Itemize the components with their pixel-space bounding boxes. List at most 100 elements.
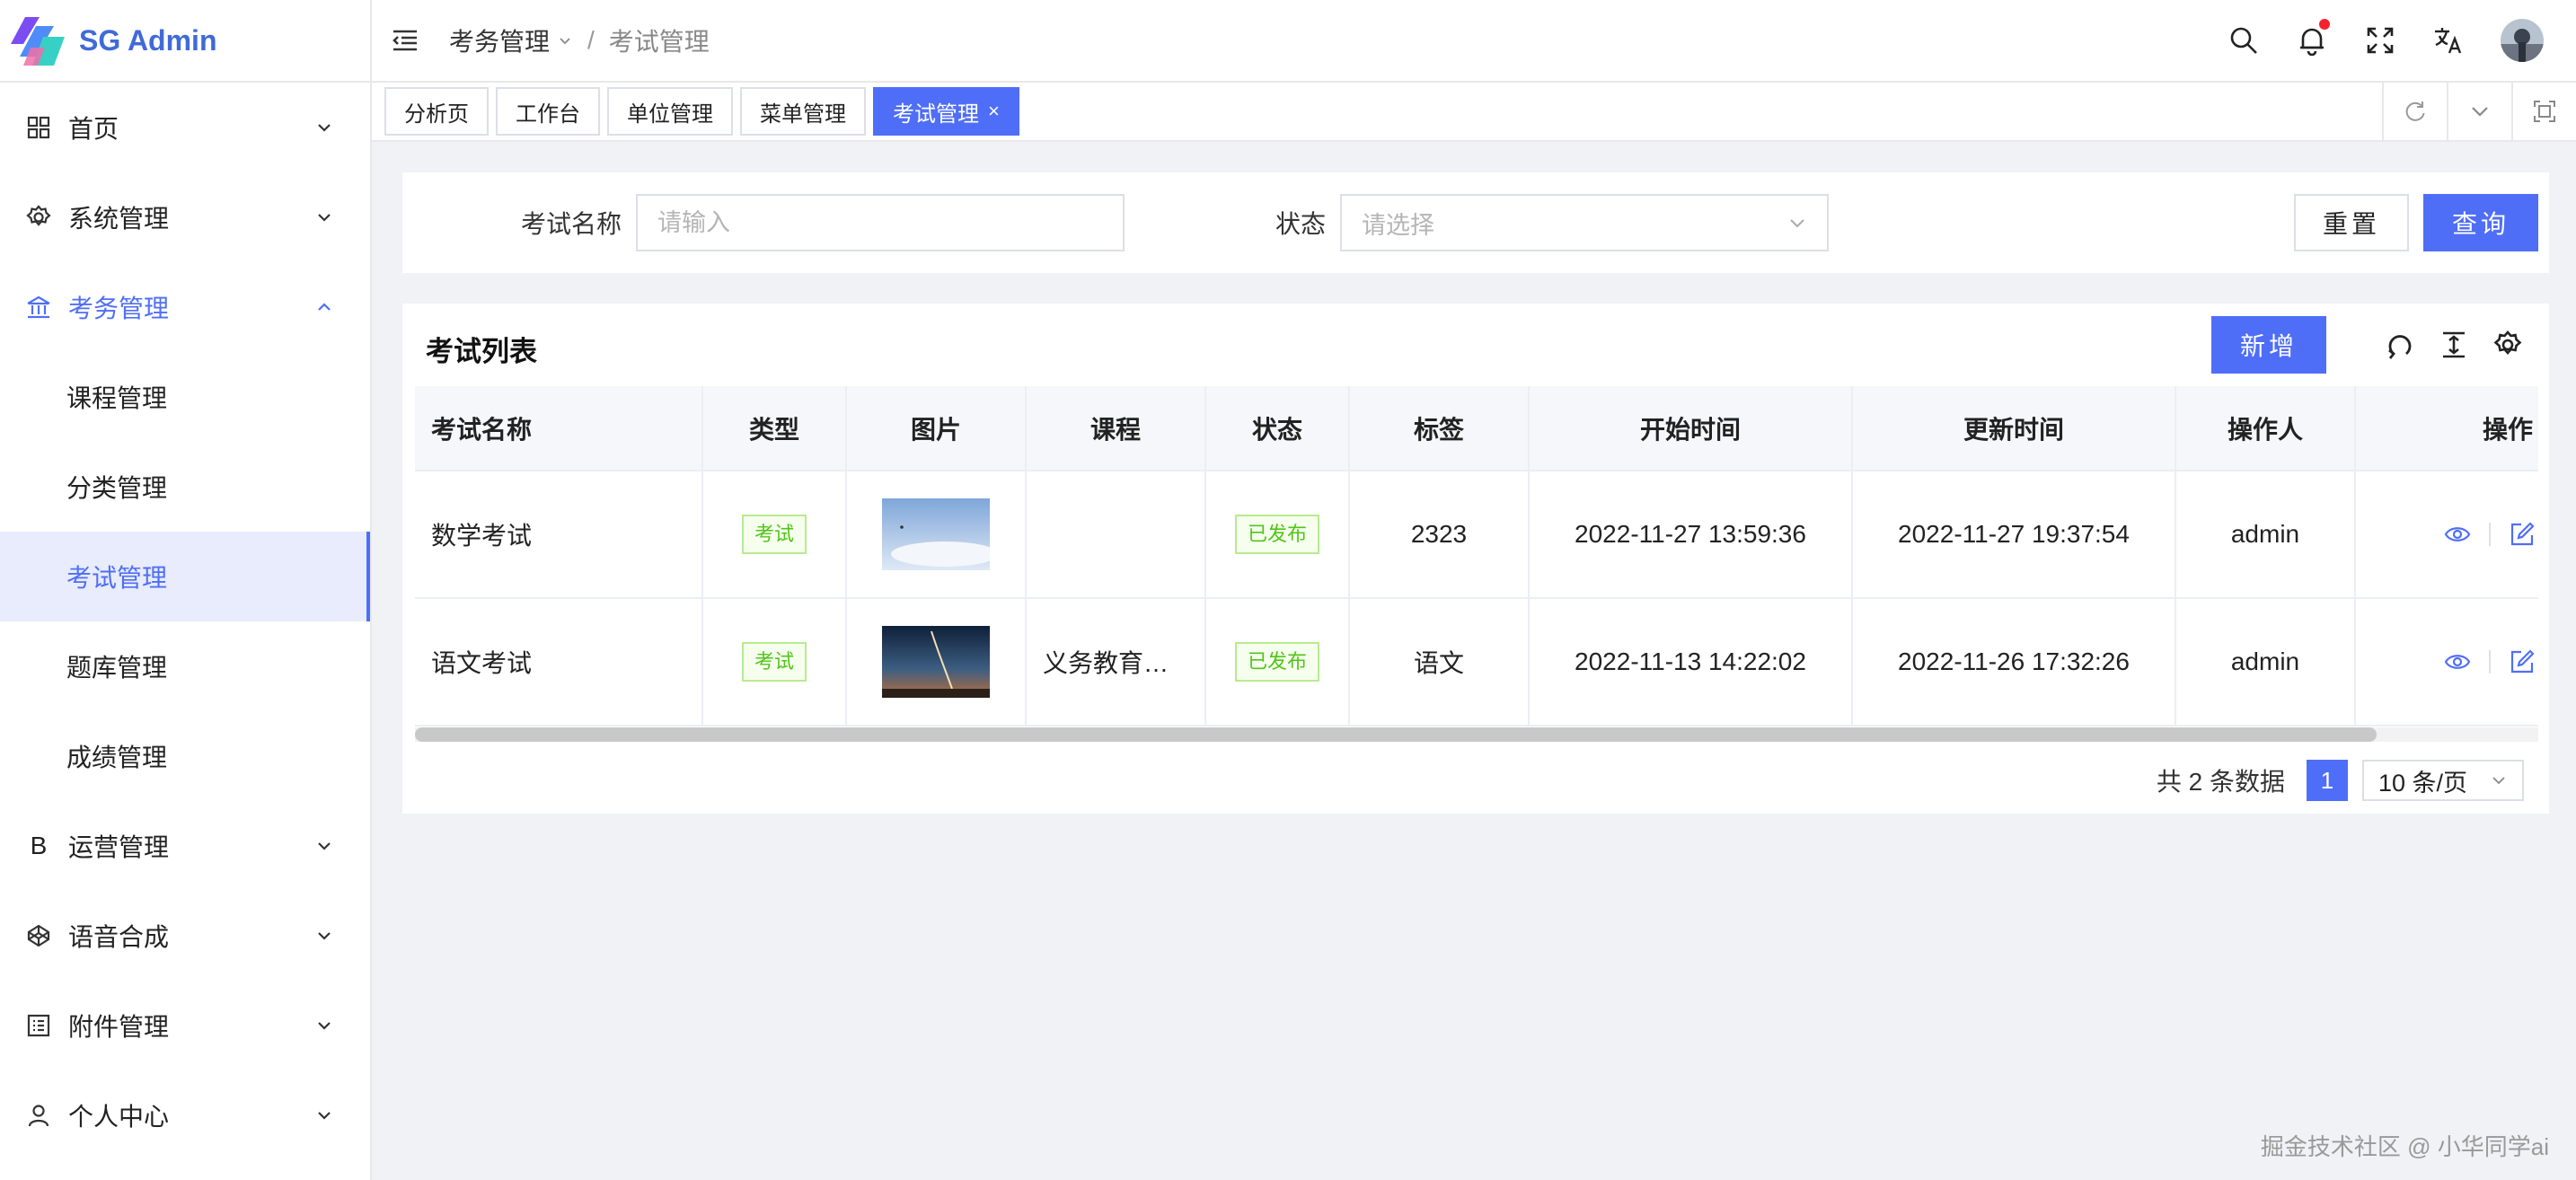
chevron-down-icon [318, 1112, 331, 1120]
eye-icon[interactable] [2444, 521, 2471, 548]
gear-icon [25, 204, 52, 231]
sidebar-item-tts[interactable]: 语音合成 [0, 891, 370, 981]
query-button[interactable]: 查询 [2423, 194, 2538, 251]
exam-table: 考试名称 类型 图片 课程 状态 标签 开始时间 更新时间 操作人 操作 数学考… [415, 386, 2538, 726]
status-select[interactable]: 请选择 [1340, 194, 1830, 251]
tab-exam-management[interactable]: 考试管理 × [873, 87, 1019, 136]
bold-b-icon: B [30, 832, 48, 859]
column-header: 状态 [1205, 386, 1350, 471]
table-scroll-area[interactable]: 考试名称 类型 图片 课程 状态 标签 开始时间 更新时间 操作人 操作 数学考… [415, 386, 2538, 727]
header-actions [2192, 19, 2544, 62]
exam-name-label: 考试名称 [521, 210, 622, 238]
bank-icon [25, 294, 52, 321]
page-number-1[interactable]: 1 [2307, 760, 2348, 801]
translate-icon[interactable] [2432, 24, 2465, 57]
exam-thumbnail-image[interactable] [882, 498, 990, 570]
column-height-icon[interactable] [2438, 329, 2470, 361]
horizontal-scrollbar[interactable] [415, 727, 2538, 742]
type-tag: 考试 [741, 515, 807, 554]
edit-icon[interactable] [2509, 648, 2536, 675]
page-size-select[interactable]: 10 条/页 [2362, 760, 2524, 801]
exam-thumbnail-image[interactable] [882, 626, 990, 698]
sidebar-subitem-question-bank[interactable]: 题库管理 [0, 621, 370, 711]
tab-menu-button[interactable] [2447, 82, 2511, 141]
fullscreen-icon[interactable] [2364, 24, 2396, 57]
chevron-down-icon [318, 214, 331, 222]
breadcrumb-current: 考试管理 [608, 28, 710, 56]
tab-maximize-button[interactable] [2511, 82, 2576, 141]
logo[interactable]: SG Admin [0, 0, 370, 83]
sidebar-item-home[interactable]: 首页 [0, 83, 370, 172]
sidebar-item-operations[interactable]: B 运营管理 [0, 801, 370, 891]
exam-name-input[interactable] [636, 194, 1125, 251]
grid-icon [25, 114, 52, 141]
cell-tag: 语文 [1349, 598, 1530, 726]
table-title: 考试列表 [426, 336, 537, 367]
watermark: 掘金技术社区 @ 小华同学ai [2260, 1133, 2549, 1160]
cell-image [846, 471, 1027, 599]
scrollbar-thumb[interactable] [415, 727, 2377, 742]
codepen-icon [25, 922, 52, 949]
breadcrumb-parent[interactable]: 考务管理 [449, 22, 550, 58]
edit-icon[interactable] [2509, 521, 2536, 548]
list-icon [25, 1012, 52, 1039]
cell-type: 考试 [702, 471, 847, 599]
sidebar-subitem-course[interactable]: 课程管理 [0, 352, 370, 442]
search-panel: 考试名称 状态 请选择 重置 查询 [402, 172, 2549, 273]
chevron-down-icon[interactable] [557, 32, 573, 48]
cell-tag: 2323 [1349, 471, 1530, 599]
status-tag: 已发布 [1234, 515, 1319, 554]
cell-actions [2355, 471, 2538, 599]
sidebar-item-label: 附件管理 [68, 1013, 170, 1041]
eye-icon[interactable] [2444, 648, 2471, 675]
pagination: 共 2 条数据 1 10 条/页 [2157, 760, 2524, 801]
column-header: 操作人 [2175, 386, 2356, 471]
settings-icon[interactable] [2492, 329, 2524, 361]
table-row: 语文考试 考试 义务教育语文课程 已发布 语文 2022-11-13 14:22… [415, 598, 2538, 726]
chevron-down-icon [2492, 777, 2505, 785]
menu-fold-icon[interactable] [390, 25, 420, 56]
refresh-icon [2405, 101, 2425, 121]
sidebar-item-label: 首页 [68, 115, 119, 143]
tab-refresh-button[interactable] [2382, 82, 2447, 141]
bell-icon[interactable] [2296, 19, 2330, 57]
chevron-down-icon [2472, 107, 2488, 117]
breadcrumb: 考务管理 / 考试管理 [449, 22, 710, 58]
sidebar-item-attachments[interactable]: 附件管理 [0, 981, 370, 1070]
refresh-icon[interactable] [2384, 329, 2416, 361]
cell-exam-name: 语文考试 [415, 598, 703, 726]
tab-menu-management[interactable]: 菜单管理 [740, 87, 866, 136]
sidebar-item-label: 系统管理 [68, 205, 170, 233]
breadcrumb-separator: / [587, 26, 595, 54]
add-button[interactable]: 新增 [2211, 316, 2326, 374]
sidebar: SG Admin 首页 系统管理 考务管理 课程管理 分类管理 考试管理 题库管… [0, 0, 372, 1180]
tab-unit-management[interactable]: 单位管理 [607, 87, 733, 136]
tabs-bar: 分析页 工作台 单位管理 菜单管理 考试管理 × [372, 82, 2576, 142]
expand-icon [2534, 101, 2555, 122]
sidebar-subitem-scores[interactable]: 成绩管理 [0, 711, 370, 801]
cell-course [1026, 471, 1206, 599]
chevron-up-icon [318, 303, 331, 311]
column-header: 标签 [1349, 386, 1530, 471]
search-icon[interactable] [2228, 24, 2260, 57]
cell-start-time: 2022-11-13 14:22:02 [1529, 598, 1853, 726]
chevron-down-icon [318, 1022, 331, 1030]
reset-button[interactable]: 重置 [2294, 194, 2409, 251]
close-icon[interactable]: × [988, 100, 1000, 123]
logo-icon [11, 17, 65, 66]
tab-label: 单位管理 [627, 101, 713, 127]
cell-start-time: 2022-11-27 13:59:36 [1529, 471, 1853, 599]
action-divider [2489, 523, 2491, 546]
sidebar-item-profile[interactable]: 个人中心 [0, 1070, 370, 1160]
sidebar-item-system[interactable]: 系统管理 [0, 172, 370, 262]
tab-label: 菜单管理 [760, 101, 846, 127]
sidebar-item-exam-affairs[interactable]: 考务管理 [0, 262, 370, 352]
tab-workbench[interactable]: 工作台 [496, 87, 600, 136]
sidebar-subitem-exam[interactable]: 考试管理 [0, 532, 370, 621]
tab-analysis[interactable]: 分析页 [384, 87, 489, 136]
sidebar-subitem-category[interactable]: 分类管理 [0, 442, 370, 532]
table-toolbar: 新增 [2211, 316, 2524, 374]
avatar[interactable] [2501, 19, 2544, 62]
app-name: SG Admin [79, 23, 217, 57]
column-header: 考试名称 [415, 386, 703, 471]
